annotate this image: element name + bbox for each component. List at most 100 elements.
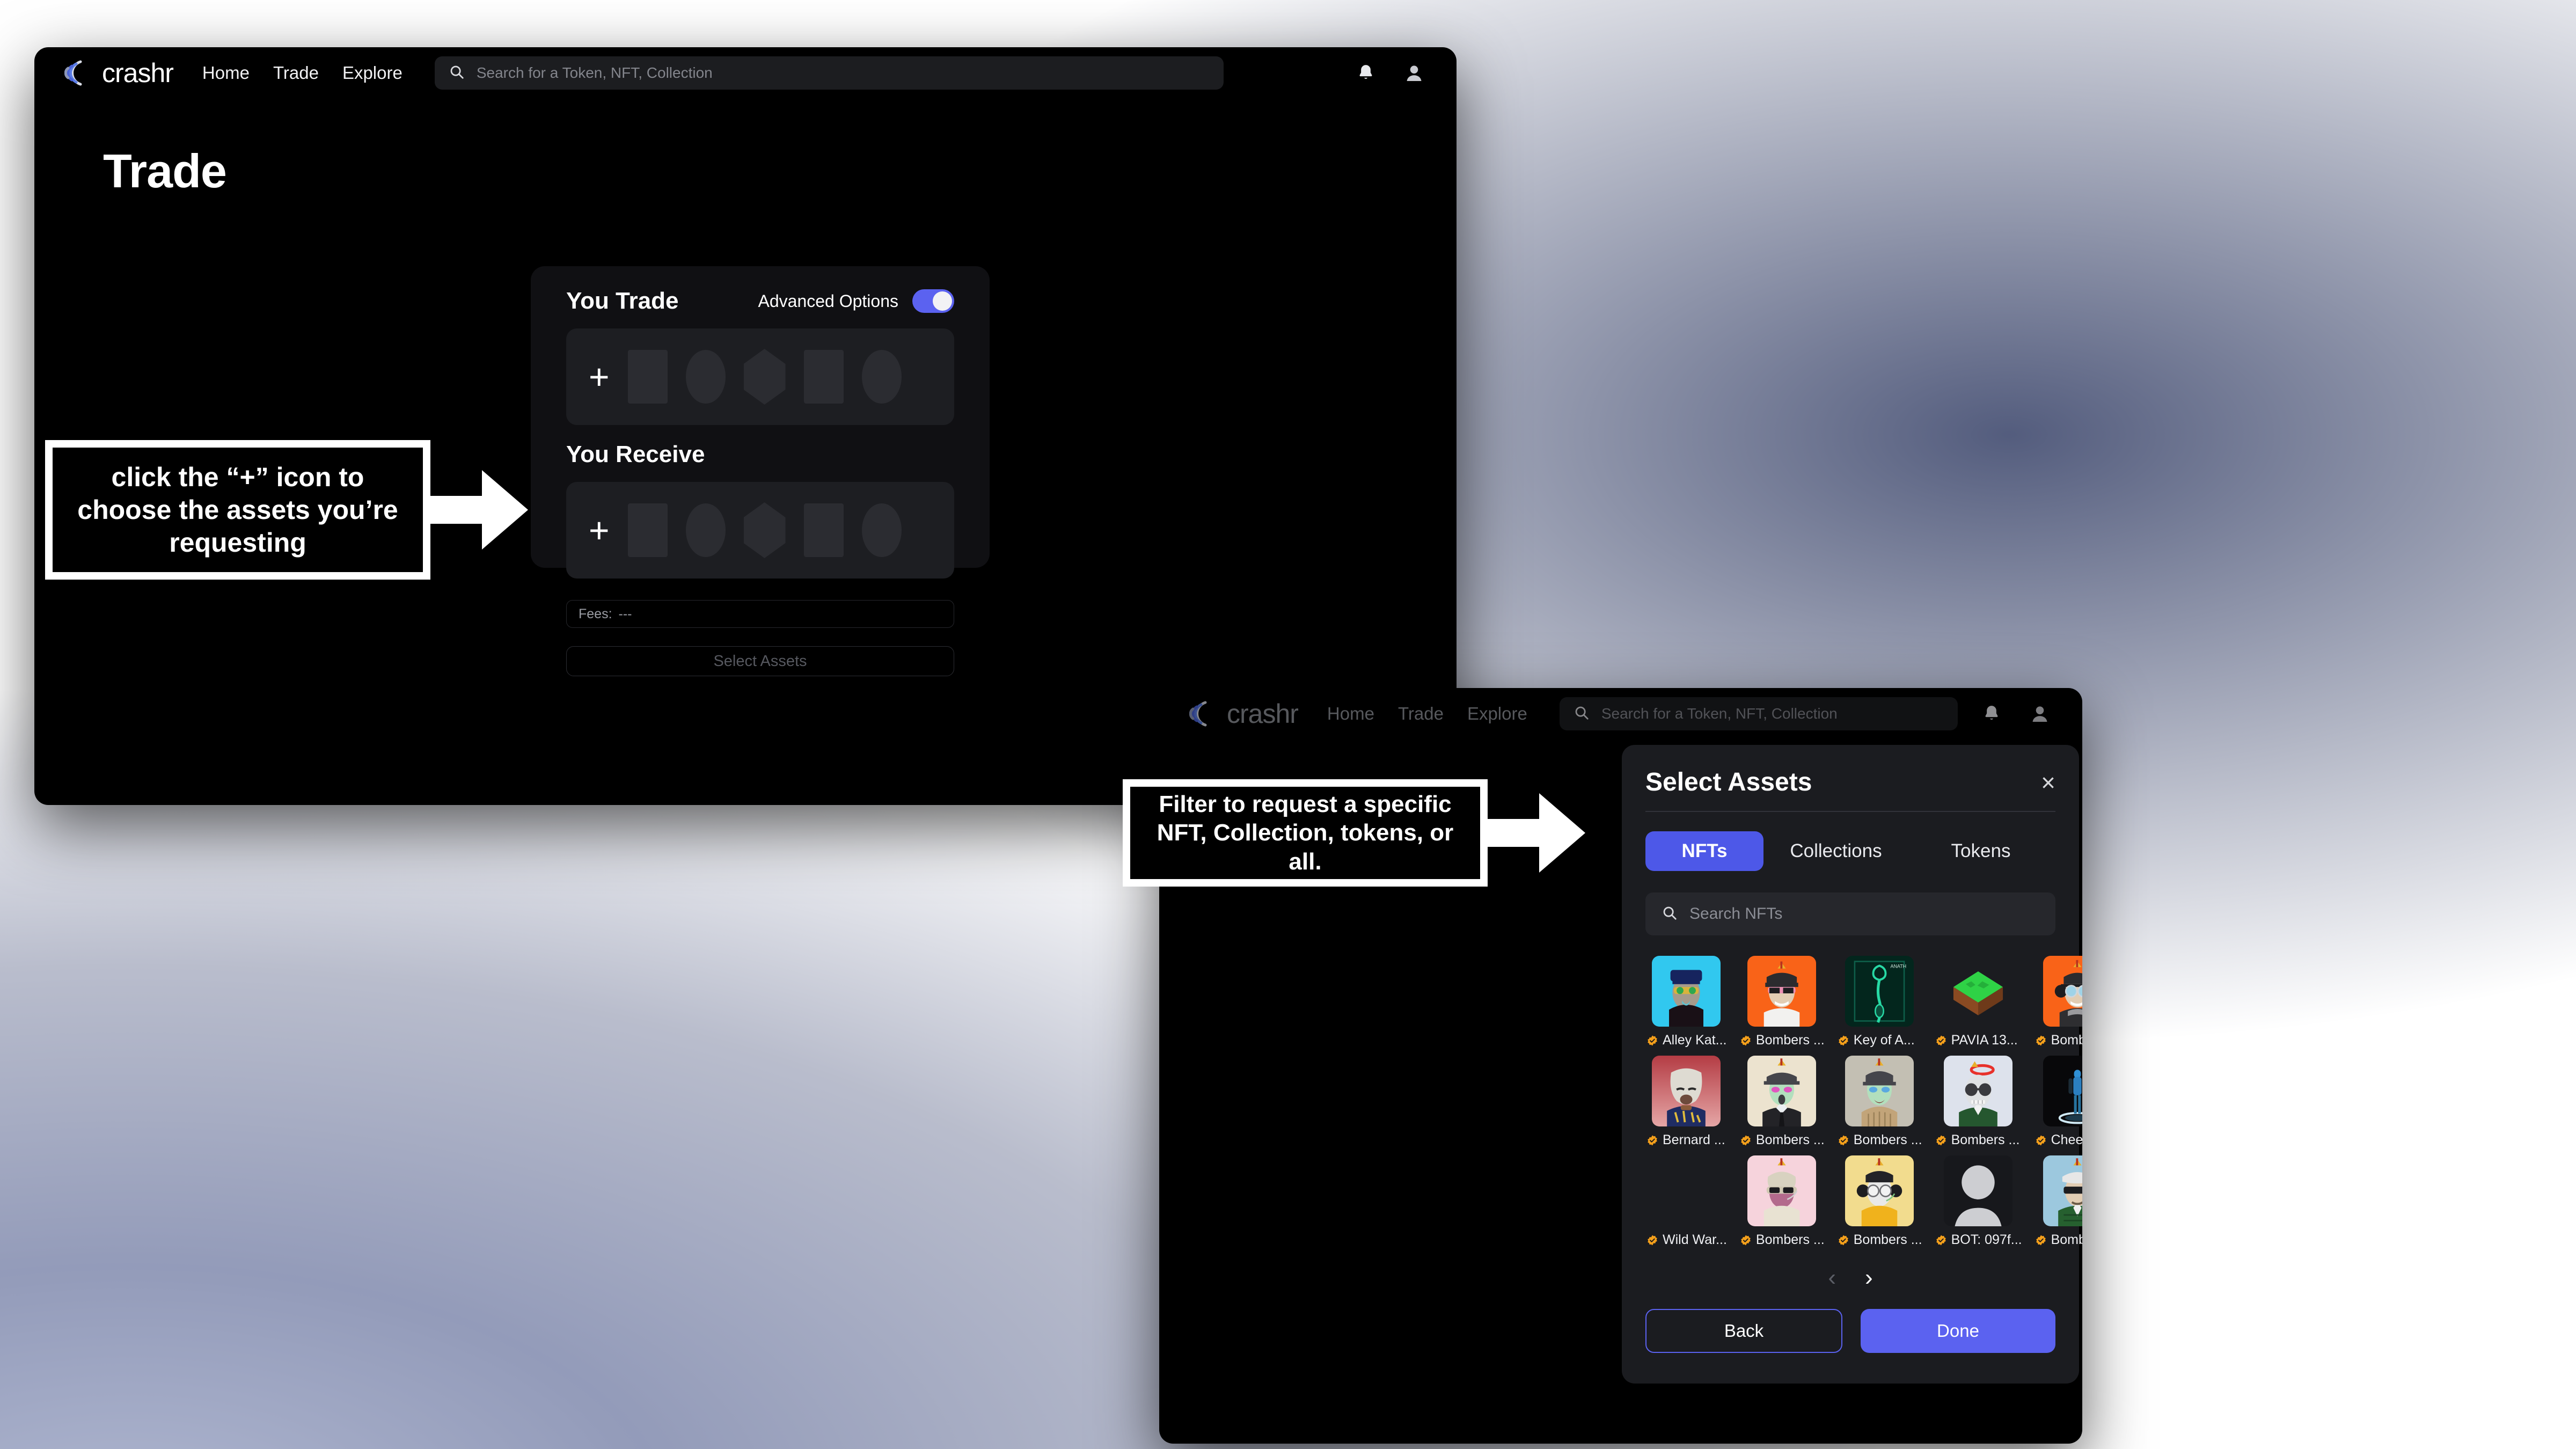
nav-links: Home Trade Explore — [202, 63, 402, 83]
advanced-options-toggle[interactable] — [912, 289, 954, 313]
placeholder-shape-hexagon — [743, 349, 786, 405]
nft-name: Bernard ... — [1663, 1132, 1725, 1147]
trade-card: You Trade Advanced Options + You Receive… — [531, 266, 990, 676]
global-search-placeholder: Search for a Token, NFT, Collection — [476, 64, 713, 81]
nft-item[interactable]: Wild War... — [1645, 1155, 1727, 1248]
you-trade-asset-slot[interactable]: + — [566, 328, 954, 425]
brand-name: crashr — [102, 58, 174, 88]
nft-item[interactable]: Bombers ... — [2034, 1155, 2082, 1248]
close-icon[interactable]: × — [2041, 770, 2055, 795]
nft-label-row: Bombers ... — [1739, 1033, 1825, 1048]
verified-badge-icon — [1646, 1035, 1658, 1046]
nft-name: Wild War... — [1663, 1232, 1727, 1247]
nft-thumbnail — [1845, 1155, 1914, 1226]
nft-name: Bombers ... — [1853, 1132, 1922, 1147]
nft-label-row: Bombers ... — [1739, 1132, 1825, 1148]
nft-thumbnail — [1943, 956, 2012, 1027]
nft-item[interactable]: ANATH Key of A... — [1836, 956, 1922, 1048]
nft-name: Bombers ... — [1755, 1232, 1825, 1247]
nft-thumbnail — [1652, 1155, 1721, 1226]
bell-icon[interactable] — [1353, 61, 1378, 85]
nft-name: Bombers ... — [1755, 1033, 1825, 1048]
nft-item[interactable]: Bombers ... — [1836, 1155, 1922, 1248]
verified-badge-icon — [1935, 1234, 1947, 1246]
fees-value: --- — [618, 606, 632, 621]
global-search-input[interactable]: Search for a Token, NFT, Collection — [1559, 697, 1958, 730]
brand-logo[interactable]: crashr — [64, 57, 174, 89]
nav-link-trade[interactable]: Trade — [1398, 704, 1444, 724]
nav-link-explore[interactable]: Explore — [1467, 704, 1527, 724]
advanced-options-control[interactable]: Advanced Options — [758, 289, 954, 313]
annotation-arrow-icon — [430, 470, 528, 550]
nft-item[interactable]: Bombers ... — [1739, 1056, 1825, 1148]
nft-name: Alley Kat... — [1663, 1033, 1727, 1048]
pagination: ‹ › — [1645, 1266, 2055, 1290]
fees-row: Fees: --- — [566, 600, 954, 628]
select-assets-button[interactable]: Select Assets — [566, 646, 954, 676]
nav-link-trade[interactable]: Trade — [273, 63, 319, 83]
advanced-options-label: Advanced Options — [758, 291, 899, 311]
nft-item[interactable]: BOT: 097f... — [1934, 1155, 2022, 1248]
user-avatar-icon[interactable] — [1402, 61, 1426, 85]
nft-label-row: PAVIA 13... — [1934, 1033, 2022, 1048]
annotation-box: click the “+” icon to choose the assets … — [45, 440, 430, 580]
tab-collections[interactable]: Collections — [1763, 831, 1908, 871]
you-trade-label: You Trade — [566, 288, 679, 314]
nft-search-placeholder: Search NFTs — [1689, 905, 1783, 923]
placeholder-shape-square — [627, 350, 668, 404]
placeholder-shape-square — [627, 503, 668, 557]
nft-item[interactable]: Bombers ... — [1739, 1155, 1825, 1248]
nft-name: Bombers ... — [1755, 1132, 1825, 1147]
verified-badge-icon — [1838, 1234, 1849, 1246]
bell-icon[interactable] — [1979, 701, 2004, 726]
placeholder-shape-circle — [685, 350, 726, 404]
nft-label-row: Bombers ... — [2034, 1033, 2082, 1048]
nft-search-input[interactable]: Search NFTs — [1645, 892, 2055, 935]
nav-link-explore[interactable]: Explore — [342, 63, 402, 83]
nft-grid: Alley Kat... Bombers ... ANATH Key of A... P… — [1645, 956, 2082, 1248]
top-navigation-bar: crashr Home Trade Explore Search for a T… — [1159, 688, 2082, 740]
modal-actions: Back Done — [1645, 1309, 2055, 1353]
nft-label-row: BOT: 097f... — [1934, 1232, 2022, 1248]
add-asset-plus-icon[interactable]: + — [589, 513, 610, 548]
nft-label-row: Alley Kat... — [1645, 1033, 1727, 1048]
verified-badge-icon — [1740, 1035, 1752, 1046]
nft-item[interactable]: Bombers ... — [1739, 956, 1825, 1048]
nav-right-actions — [1332, 61, 1426, 85]
tab-tokens[interactable]: Tokens — [1908, 831, 2053, 871]
prev-page-icon[interactable]: ‹ — [1828, 1266, 1836, 1290]
placeholder-shape-circle — [861, 503, 902, 557]
nft-item[interactable]: Bombers ... — [1836, 1056, 1922, 1148]
annotation-arrow-icon — [1488, 793, 1585, 873]
nft-name: Cheeky R... — [2051, 1132, 2082, 1147]
nft-item[interactable]: Bernard ... — [1645, 1056, 1727, 1148]
tab-nfts[interactable]: NFTs — [1645, 831, 1763, 871]
brand-logo[interactable]: crashr — [1189, 698, 1299, 729]
add-asset-plus-icon[interactable]: + — [589, 359, 610, 394]
global-search-placeholder: Search for a Token, NFT, Collection — [1601, 705, 1838, 722]
user-avatar-icon[interactable] — [2028, 701, 2052, 726]
nft-thumbnail — [2043, 1056, 2082, 1126]
back-button[interactable]: Back — [1645, 1309, 1842, 1353]
verified-badge-icon — [2035, 1135, 2047, 1146]
global-search-input[interactable]: Search for a Token, NFT, Collection — [434, 56, 1224, 90]
fees-label: Fees: — [579, 606, 612, 621]
top-navigation-bar: crashr Home Trade Explore Search for a T… — [34, 47, 1457, 99]
done-button[interactable]: Done — [1861, 1309, 2055, 1353]
nft-item[interactable]: Alley Kat... — [1645, 956, 1727, 1048]
nft-item[interactable]: Bombers ... — [2034, 956, 2082, 1048]
nft-item[interactable]: PAVIA 13... — [1934, 956, 2022, 1048]
placeholder-shape-circle — [685, 503, 726, 557]
page-title: Trade — [103, 144, 227, 197]
you-receive-asset-slot[interactable]: + — [566, 482, 954, 579]
nft-thumbnail — [1943, 1056, 2012, 1126]
nav-link-home[interactable]: Home — [1327, 704, 1374, 724]
next-page-icon[interactable]: › — [1865, 1266, 1873, 1290]
nft-item[interactable]: Cheeky R... — [2034, 1056, 2082, 1148]
nft-label-row: Bombers ... — [1739, 1232, 1825, 1248]
nft-name: Bombers ... — [2051, 1033, 2082, 1048]
nav-link-home[interactable]: Home — [202, 63, 250, 83]
nft-item[interactable]: Bombers ... — [1934, 1056, 2022, 1148]
nft-label-row: Bombers ... — [2034, 1232, 2082, 1248]
nft-name: Bombers ... — [1853, 1232, 1922, 1247]
